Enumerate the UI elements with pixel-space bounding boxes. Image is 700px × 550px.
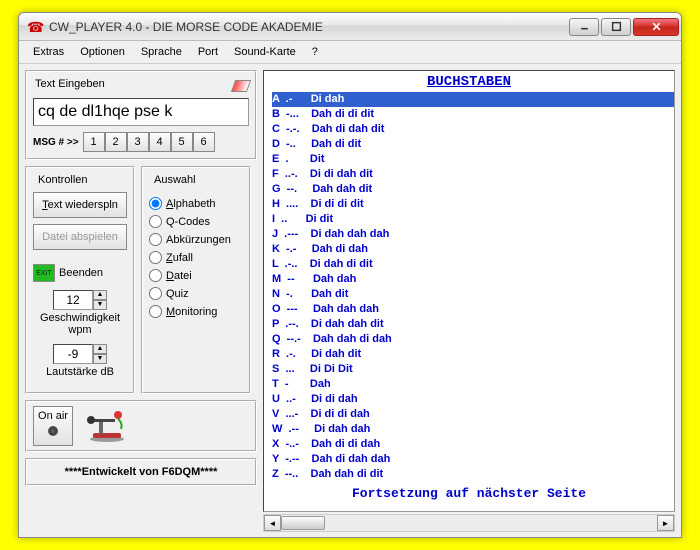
menu-[interactable]: ? xyxy=(304,43,326,61)
scroll-thumb[interactable] xyxy=(281,516,325,530)
text-input-panel: Text Eingeben MSG # >> 123456 xyxy=(25,70,257,160)
eraser-icon[interactable] xyxy=(231,80,251,92)
list-item[interactable]: Y -.-- Dah di dah dah xyxy=(272,452,674,467)
list-item[interactable]: K -.- Dah di dah xyxy=(272,242,674,257)
msg-button-6[interactable]: 6 xyxy=(193,132,215,152)
menu-port[interactable]: Port xyxy=(190,43,226,61)
list-item[interactable]: U ..- Di di dah xyxy=(272,392,674,407)
list-item[interactable]: C -.-. Dah di dah dit xyxy=(272,122,674,137)
list-item[interactable]: O --- Dah dah dah xyxy=(272,302,674,317)
radio-alphabeth[interactable]: Alphabeth xyxy=(149,197,243,210)
radio-qcodes[interactable]: Q-Codes xyxy=(149,215,243,228)
selection-title: Auswahl xyxy=(151,174,199,186)
volume-label: Lautstärke dB xyxy=(33,366,127,378)
list-item[interactable]: Q --.- Dah dah di dah xyxy=(272,332,674,347)
msg-button-4[interactable]: 4 xyxy=(149,132,171,152)
list-item[interactable]: B -... Dah di di dit xyxy=(272,107,674,122)
list-item[interactable]: W .-- Di dah dah xyxy=(272,422,674,437)
developer-credit: ****Entwickelt von F6DQM**** xyxy=(25,458,257,486)
horizontal-scrollbar[interactable]: ◄ ► xyxy=(263,514,675,532)
list-item[interactable]: I .. Di dit xyxy=(272,212,674,227)
msg-button-3[interactable]: 3 xyxy=(127,132,149,152)
onair-led-icon xyxy=(48,426,58,436)
controls-panel: Kontrollen Text wiederspln Datei abspiel… xyxy=(25,166,135,394)
maximize-button[interactable] xyxy=(601,18,631,36)
close-button[interactable] xyxy=(633,18,679,36)
list-item[interactable]: D -.. Dah di dit xyxy=(272,137,674,152)
volume-up-button[interactable]: ▲ xyxy=(93,344,107,354)
exit-label: Beenden xyxy=(59,267,103,279)
onair-panel: On air xyxy=(25,400,257,452)
list-footer: Fortsetzung auf nächster Seite xyxy=(264,482,674,503)
list-item[interactable]: A .- Di dah xyxy=(272,92,674,107)
list-item[interactable]: Z --.. Dah dah di dit xyxy=(272,467,674,482)
menu-sprache[interactable]: Sprache xyxy=(133,43,190,61)
text-input-label: Text Eingeben xyxy=(33,78,107,90)
volume-input[interactable] xyxy=(53,344,93,364)
radio-zufall[interactable]: Zufall xyxy=(149,251,243,264)
msg-button-5[interactable]: 5 xyxy=(171,132,193,152)
list-item[interactable]: X -..- Dah di di dah xyxy=(272,437,674,452)
app-window: ☎ CW_PLAYER 4.0 - DIE MORSE CODE AKADEMI… xyxy=(18,12,682,538)
onair-button[interactable]: On air xyxy=(33,406,73,446)
speed-input[interactable] xyxy=(53,290,93,310)
play-file-button[interactable]: Datei abspielen xyxy=(33,224,127,250)
list-item[interactable]: P .--. Di dah dah dit xyxy=(272,317,674,332)
menu-optionen[interactable]: Optionen xyxy=(72,43,133,61)
text-input[interactable] xyxy=(33,98,249,126)
list-item[interactable]: R .-. Di dah dit xyxy=(272,347,674,362)
msg-label: MSG # >> xyxy=(33,137,79,148)
list-item[interactable]: L .-.. Di dah di dit xyxy=(272,257,674,272)
msg-button-2[interactable]: 2 xyxy=(105,132,127,152)
list-header: BUCHSTABEN xyxy=(264,71,674,92)
radio-quiz[interactable]: Quiz xyxy=(149,287,243,300)
app-icon: ☎ xyxy=(27,19,43,35)
radio-abkrzungen[interactable]: Abkürzungen xyxy=(149,233,243,246)
title-bar: ☎ CW_PLAYER 4.0 - DIE MORSE CODE AKADEMI… xyxy=(19,13,681,41)
radio-monitoring[interactable]: Monitoring xyxy=(149,305,243,318)
list-item[interactable]: J .--- Di dah dah dah xyxy=(272,227,674,242)
exit-icon[interactable]: EXIT xyxy=(33,264,55,282)
menu-bar: ExtrasOptionenSprachePortSound-Karte? xyxy=(19,41,681,64)
replay-text-button[interactable]: Text wiederspln xyxy=(33,192,127,218)
controls-title: Kontrollen xyxy=(35,174,91,186)
list-item[interactable]: V ...- Di di di dah xyxy=(272,407,674,422)
scroll-right-button[interactable]: ► xyxy=(657,515,674,531)
speed-label: Geschwindigkeit wpm xyxy=(33,312,127,336)
menu-soundkarte[interactable]: Sound-Karte xyxy=(226,43,304,61)
scroll-left-button[interactable]: ◄ xyxy=(264,515,281,531)
list-item[interactable]: E . Dit xyxy=(272,152,674,167)
list-item[interactable]: M -- Dah dah xyxy=(272,272,674,287)
menu-extras[interactable]: Extras xyxy=(25,43,72,61)
speed-up-button[interactable]: ▲ xyxy=(93,290,107,300)
character-list: BUCHSTABEN A .- Di dahB -... Dah di di d… xyxy=(263,70,675,512)
list-item[interactable]: F ..-. Di di dah dit xyxy=(272,167,674,182)
list-item[interactable]: S ... Di Di Dit xyxy=(272,362,674,377)
morse-key-icon xyxy=(85,409,125,443)
list-item[interactable]: N -. Dah dit xyxy=(272,287,674,302)
selection-panel: Auswahl Alphabeth Q-Codes Abkürzungen Zufal… xyxy=(141,166,251,394)
list-item[interactable]: T - Dah xyxy=(272,377,674,392)
volume-down-button[interactable]: ▼ xyxy=(93,354,107,364)
list-item[interactable]: G --. Dah dah dit xyxy=(272,182,674,197)
list-item[interactable]: H .... Di di di dit xyxy=(272,197,674,212)
speed-down-button[interactable]: ▼ xyxy=(93,300,107,310)
msg-button-1[interactable]: 1 xyxy=(83,132,105,152)
radio-datei[interactable]: Datei xyxy=(149,269,243,282)
minimize-button[interactable] xyxy=(569,18,599,36)
window-title: CW_PLAYER 4.0 - DIE MORSE CODE AKADEMIE xyxy=(49,20,567,34)
